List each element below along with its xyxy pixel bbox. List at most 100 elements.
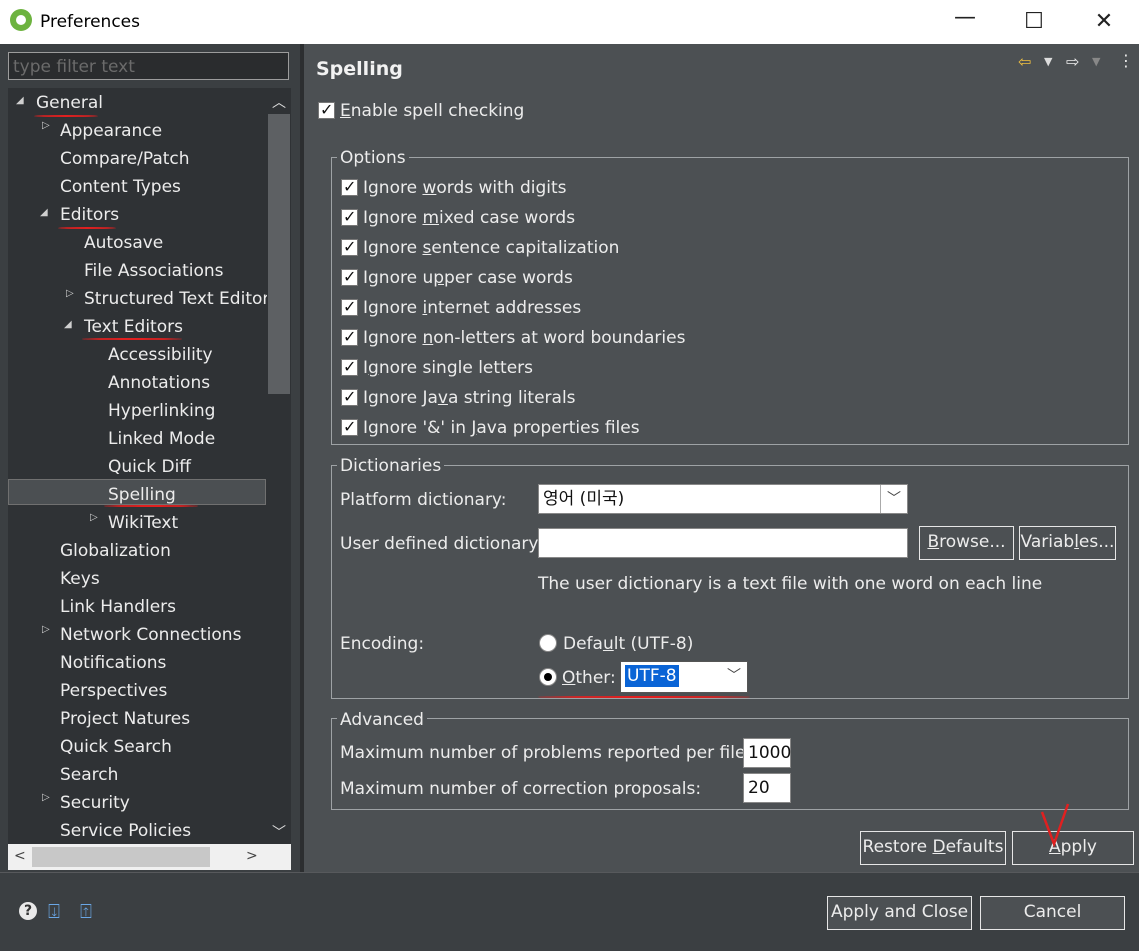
tree-item-security[interactable]: Security [60,790,130,816]
tree-item-appearance[interactable]: Appearance [60,118,162,144]
scroll-up-icon[interactable]: ︿ [272,92,286,112]
option-checkbox[interactable] [341,327,358,346]
minimize-button[interactable]: — [950,4,980,32]
tree-item-project-natures[interactable]: Project Natures [60,706,190,732]
tree-item-perspectives[interactable]: Perspectives [60,678,167,704]
expand-triangle-icon[interactable]: ▷ [42,121,52,131]
close-button[interactable]: ✕ [1089,8,1119,36]
back-arrow-icon[interactable]: ⇦ [1018,52,1031,71]
restore-defaults-button[interactable]: Restore Defaults [860,831,1006,865]
variables-button[interactable]: Variables... [1019,526,1116,560]
option-label[interactable]: Ignore upper case words [363,268,573,288]
max-problems-input[interactable]: 1000 [743,738,791,768]
other-encoding-label[interactable]: Other: [562,668,616,688]
enable-spell-checkbox[interactable] [318,100,335,119]
tree-item-notifications[interactable]: Notifications [60,650,166,676]
app-logo-icon [10,9,32,31]
forward-menu-chevron-icon[interactable]: ▼ [1092,55,1100,68]
tree-item-quick-diff[interactable]: Quick Diff [108,454,191,480]
tree-item-linked-mode[interactable]: Linked Mode [108,426,215,452]
scroll-down-icon[interactable]: ﹀ [272,822,286,842]
other-encoding-combo[interactable]: UTF-8 ﹀ [620,661,748,693]
default-encoding-label[interactable]: Default (UTF-8) [563,634,693,654]
expand-triangle-icon[interactable]: ▷ [42,793,52,803]
option-checkbox[interactable] [341,267,358,286]
forward-arrow-icon[interactable]: ⇨ [1066,52,1079,71]
tree-item-content-types[interactable]: Content Types [60,174,181,200]
option-checkbox[interactable] [341,357,358,376]
option-label[interactable]: Ignore non-letters at word boundaries [363,328,685,348]
options-legend: Options [337,148,409,168]
collapse-triangle-icon[interactable]: ◢ [40,208,50,218]
help-icon[interactable]: ? [19,902,37,920]
window-title: Preferences [40,12,140,32]
collapse-triangle-icon[interactable]: ◢ [64,320,74,330]
option-label[interactable]: Ignore single letters [363,358,533,378]
tree-item-globalization[interactable]: Globalization [60,538,171,564]
other-encoding-radio[interactable] [539,668,557,686]
scroll-right-icon[interactable]: > [246,848,258,864]
tree-item-service-policies[interactable]: Service Policies [60,818,191,844]
user-dictionary-input[interactable] [538,528,908,558]
max-proposals-label: Maximum number of correction proposals: [340,779,702,799]
tree-item-structured-text-editors[interactable]: Structured Text Editors [84,286,267,312]
scroll-left-icon[interactable]: < [14,848,26,864]
tree-item-quick-search[interactable]: Quick Search [60,734,172,760]
tree-item-link-handlers[interactable]: Link Handlers [60,594,176,620]
tree-item-annotations[interactable]: Annotations [108,370,210,396]
option-label[interactable]: Ignore sentence capitalization [363,238,619,258]
annotation-underline [58,227,116,229]
expand-triangle-icon[interactable]: ▷ [66,289,76,299]
tree-item-editors[interactable]: Editors [60,202,119,228]
tree-item-autosave[interactable]: Autosave [84,230,163,256]
platform-dictionary-select[interactable]: 영어 (미국) ﹀ [538,484,908,514]
max-proposals-input[interactable]: 20 [743,773,791,803]
cancel-button[interactable]: Cancel [980,896,1125,930]
enable-spell-label[interactable]: Enable spell checking [340,101,524,121]
tree-item-search[interactable]: Search [60,762,118,788]
tree-item-keys[interactable]: Keys [60,566,100,592]
import-icon[interactable]: ⍗ [48,899,60,923]
filter-input[interactable]: type filter text [8,52,289,80]
browse-button[interactable]: Browse... [919,526,1014,560]
tree-item-general[interactable]: General [36,90,103,116]
back-menu-chevron-icon[interactable]: ▼ [1044,55,1052,68]
option-label[interactable]: Ignore mixed case words [363,208,575,228]
default-encoding-radio[interactable] [539,634,557,652]
max-problems-label: Maximum number of problems reported per … [340,743,752,763]
tree-item-file-associations[interactable]: File Associations [84,258,224,284]
option-checkbox[interactable] [341,297,358,316]
option-label[interactable]: Ignore '&' in Java properties files [363,418,640,438]
title-bar: Preferences — ☐ ✕ [0,0,1139,44]
other-encoding-value[interactable]: UTF-8 [625,665,679,687]
expand-triangle-icon[interactable]: ▷ [42,625,52,635]
tree-item-accessibility[interactable]: Accessibility [108,342,213,368]
option-label[interactable]: Ignore Java string literals [363,388,576,408]
encoding-label: Encoding: [340,634,425,654]
page-title: Spelling [316,58,403,80]
view-menu-icon[interactable]: ⋮ [1118,51,1134,70]
collapse-triangle-icon[interactable]: ◢ [16,96,26,106]
option-checkbox[interactable] [341,417,358,436]
option-checkbox[interactable] [341,237,358,256]
tree-item-network-connections[interactable]: Network Connections [60,622,241,648]
expand-triangle-icon[interactable]: ▷ [90,513,100,523]
tree-item-wikitext[interactable]: WikiText [108,510,178,536]
preference-tree: ◢ General ▷ Appearance Compare/Patch Con… [8,88,267,844]
tree-item-text-editors[interactable]: Text Editors [84,314,183,340]
option-label[interactable]: Ignore internet addresses [363,298,581,318]
chevron-down-icon[interactable]: ﹀ [721,662,747,692]
maximize-button[interactable]: ☐ [1019,8,1049,36]
option-label[interactable]: Ignore words with digits [363,178,567,198]
export-icon[interactable]: ⍐ [80,899,92,923]
chevron-down-icon[interactable]: ﹀ [880,485,907,513]
tree-item-compare-patch[interactable]: Compare/Patch [60,146,190,172]
platform-dictionary-value: 영어 (미국) [543,489,625,509]
scrollbar-thumb[interactable] [268,114,290,394]
apply-and-close-button[interactable]: Apply and Close [827,896,972,930]
option-checkbox[interactable] [341,207,358,226]
tree-item-hyperlinking[interactable]: Hyperlinking [108,398,215,424]
option-checkbox[interactable] [341,177,358,196]
scrollbar-thumb[interactable] [32,847,210,867]
option-checkbox[interactable] [341,387,358,406]
